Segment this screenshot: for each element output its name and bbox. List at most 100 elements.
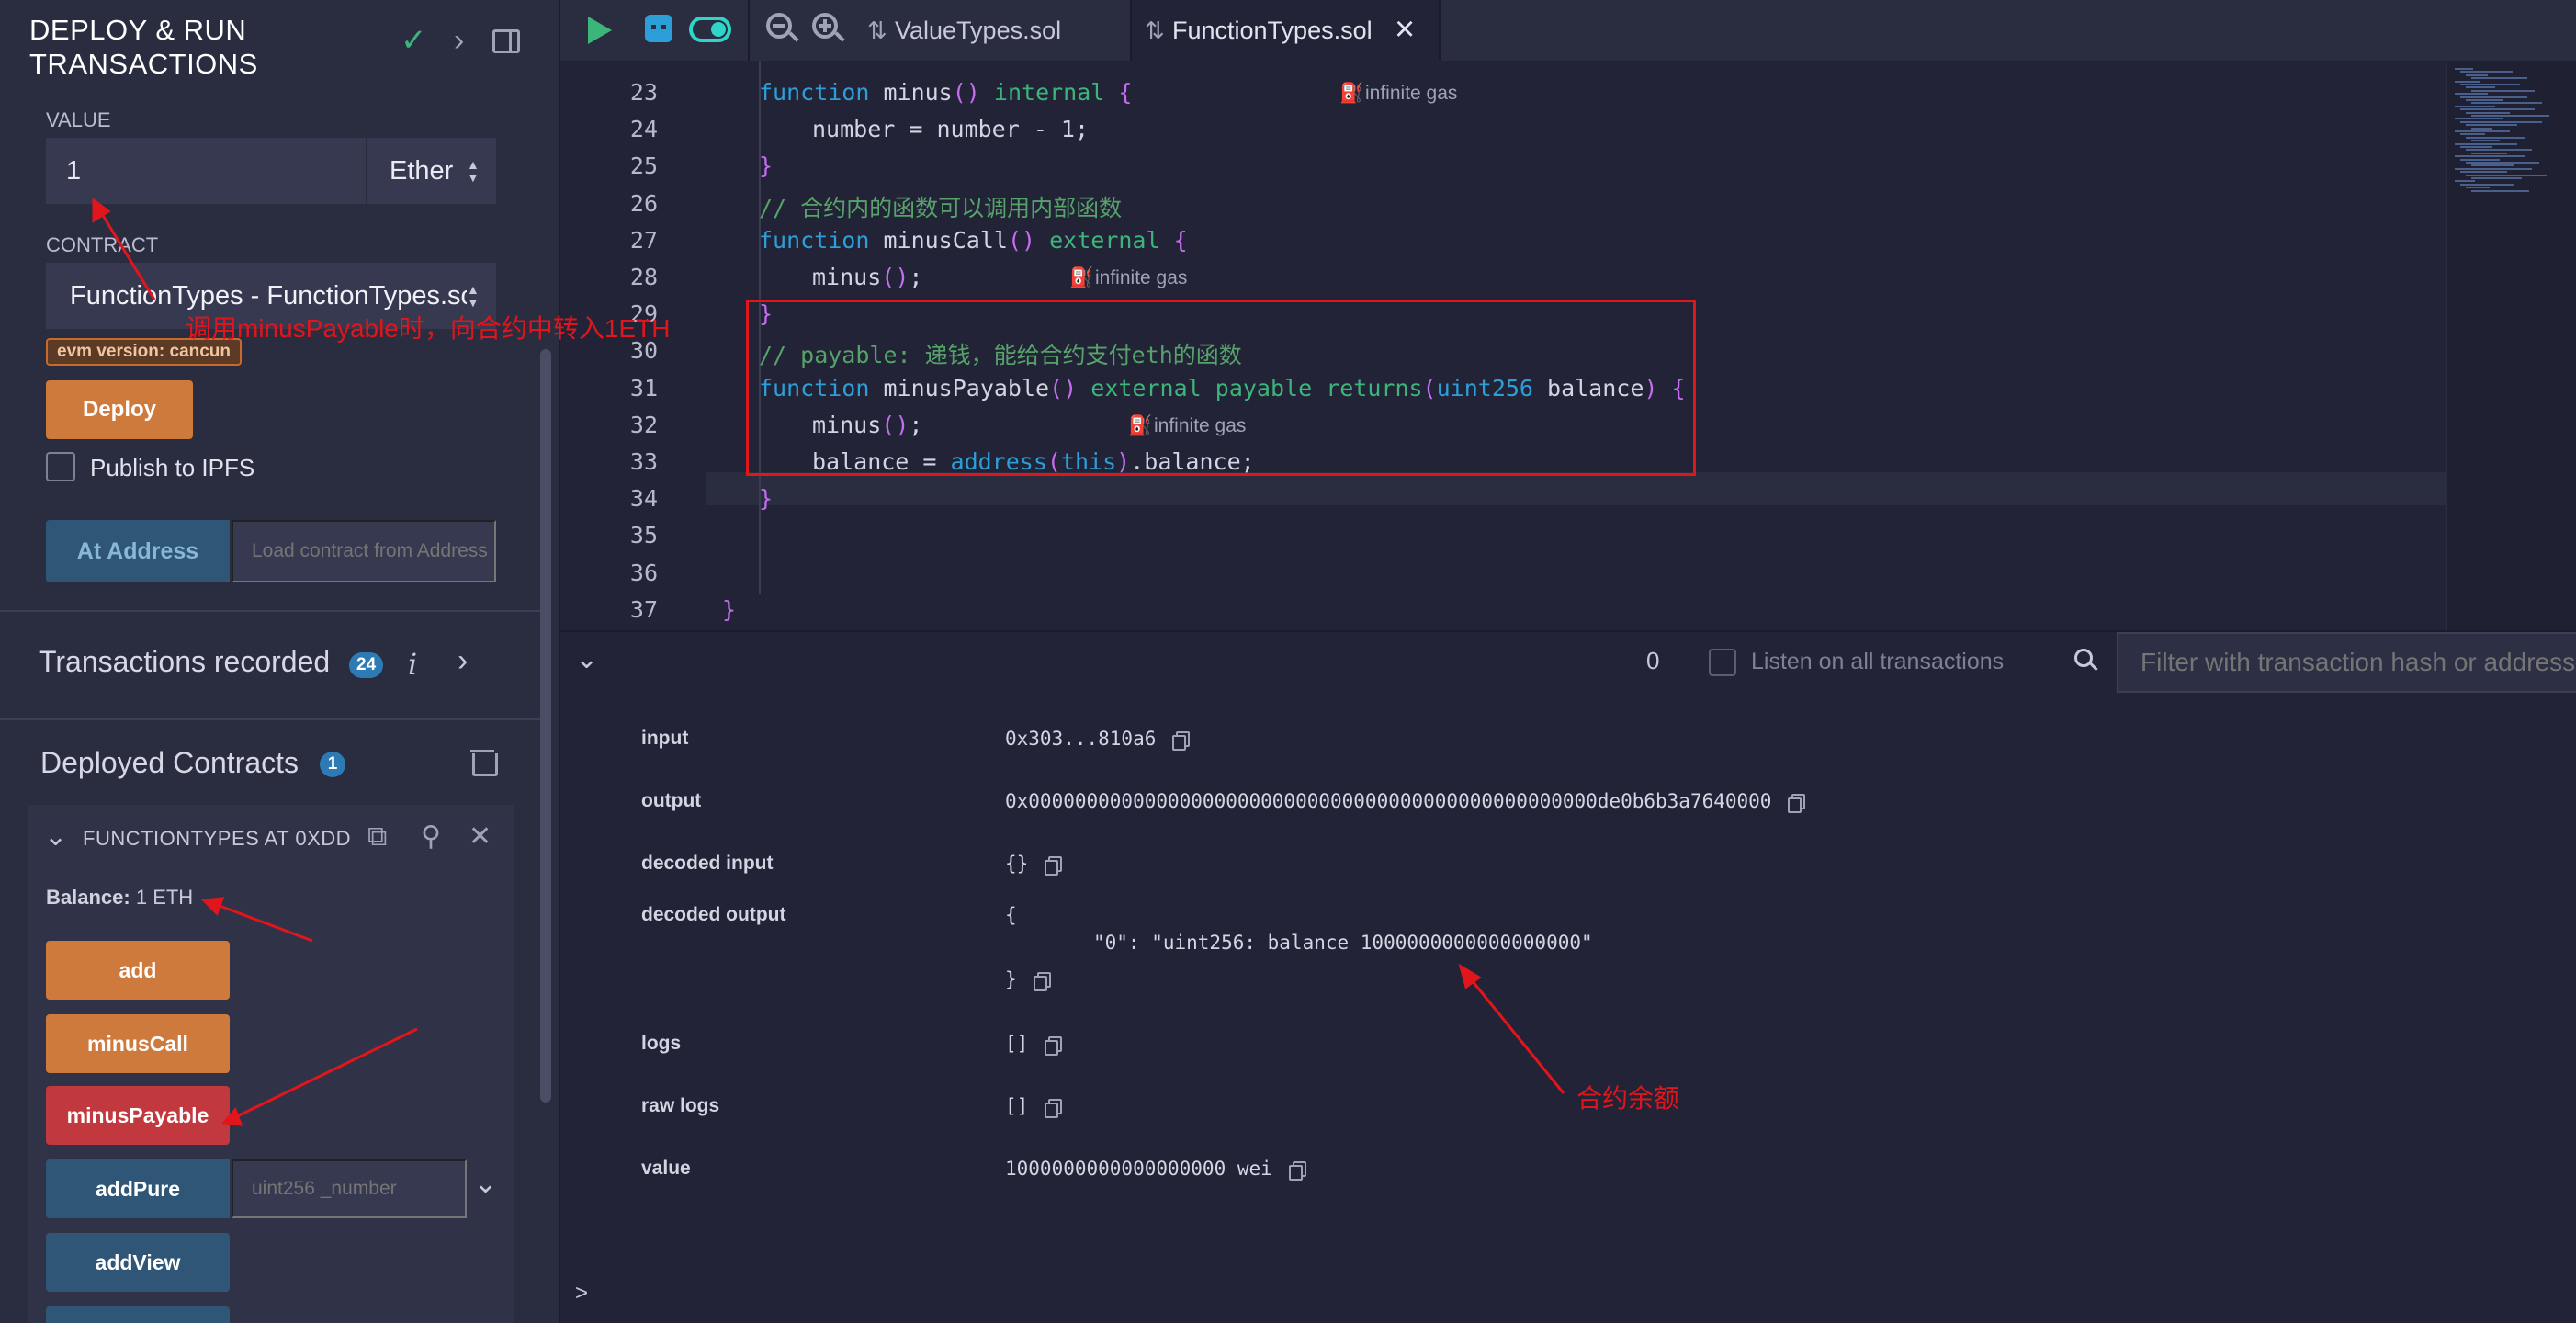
raw-logs-value: [] — [1005, 1095, 1029, 1117]
addpure-number-input[interactable] — [232, 1159, 467, 1218]
instance-balance: Balance: 1 ETH — [46, 886, 193, 910]
tx-field-value: [] — [1005, 1095, 1063, 1118]
minimap-line — [2460, 183, 2514, 186]
minimap-line — [2460, 146, 2492, 148]
value-unit-label: Ether — [390, 156, 454, 186]
copy-icon[interactable]: ⧉ — [367, 821, 387, 853]
line-number: 31 — [629, 374, 658, 401]
panel-scrollbar[interactable] — [540, 349, 551, 1102]
minuspayable-button[interactable]: minusPayable — [46, 1086, 230, 1145]
at-address-button[interactable]: At Address — [46, 520, 230, 582]
collapse-terminal-icon[interactable]: ⌄ — [575, 643, 598, 675]
annotation-balance-note: 合约余额 — [1576, 1084, 1680, 1113]
zoom-out-icon[interactable] — [766, 13, 799, 44]
minimap-line — [2471, 189, 2529, 192]
code-line: // 合约内的函数可以调用内部函数 — [759, 194, 1123, 221]
addpure-button[interactable]: addPure — [46, 1159, 230, 1218]
info-icon[interactable]: i — [408, 647, 417, 682]
copy-icon[interactable] — [1045, 1099, 1063, 1118]
line-number: 28 — [629, 264, 658, 290]
chevron-down-icon[interactable]: ⌄ — [44, 823, 67, 851]
value-input[interactable] — [46, 138, 366, 204]
run-icon[interactable] — [588, 17, 612, 44]
trash-icon[interactable] — [470, 748, 498, 776]
minimap[interactable] — [2446, 61, 2576, 630]
tab-label: FunctionTypes.sol — [1172, 17, 1373, 44]
toggle-icon[interactable] — [689, 17, 731, 42]
function-button[interactable] — [46, 1306, 230, 1323]
minimap-line — [2471, 102, 2542, 105]
chevron-down-icon[interactable]: ⌄ — [474, 1170, 497, 1198]
minimap-line — [2471, 115, 2549, 117]
select-arrows-icon: ▲ ▼ — [467, 157, 480, 185]
value-label: VALUE — [46, 108, 111, 131]
value-value: 1000000000000000000 wei — [1005, 1158, 1272, 1180]
deploy-button[interactable]: Deploy — [46, 380, 193, 439]
tab-valuetypes[interactable]: ⇅ ValueTypes.sol — [854, 0, 1130, 61]
value-unit-select[interactable]: Ether ▲ ▼ — [367, 138, 496, 204]
copy-icon[interactable] — [1288, 1161, 1306, 1181]
at-address-input[interactable] — [232, 520, 496, 582]
zoom-in-icon[interactable] — [812, 13, 845, 44]
tx-field-key: raw logs — [641, 1095, 720, 1116]
deployed-count-badge: 1 — [320, 752, 345, 777]
ai-assistant-icon[interactable] — [645, 15, 672, 42]
close-tab-icon[interactable]: × — [1395, 9, 1415, 50]
check-icon: ✓ — [401, 23, 427, 58]
publish-ipfs-checkbox[interactable] — [46, 452, 75, 481]
line-number: 34 — [629, 485, 658, 513]
transactions-recorded-title[interactable]: Transactions recorded — [39, 645, 330, 679]
line-number: 25 — [629, 153, 658, 180]
tx-field-key: value — [641, 1158, 691, 1179]
line-number: 37 — [629, 595, 658, 623]
minimap-line — [2460, 96, 2527, 98]
copy-icon[interactable] — [1033, 972, 1051, 991]
transaction-filter-input[interactable] — [2117, 632, 2576, 693]
chevron-right-icon[interactable]: › — [454, 22, 464, 59]
copy-icon[interactable] — [1045, 1036, 1063, 1056]
minimap-line — [2455, 142, 2517, 145]
minimap-line — [2455, 155, 2525, 158]
pin-icon[interactable]: ⚲ — [421, 821, 441, 853]
line-number: 23 — [629, 79, 658, 106]
line-number: 36 — [629, 559, 658, 586]
minimap-line — [2455, 167, 2532, 170]
pending-tx-count: 0 — [1646, 647, 1660, 674]
addview-button[interactable]: addView — [46, 1233, 230, 1292]
search-icon[interactable] — [2074, 649, 2098, 673]
minimap-line — [2466, 86, 2495, 89]
contract-label: CONTRACT — [46, 233, 159, 256]
tx-field-value: 0x303...810a6 — [1005, 728, 1191, 751]
copy-icon[interactable] — [1045, 856, 1063, 876]
minimap-line — [2466, 162, 2539, 164]
annotation-value-note: 调用minusPayable时，向合约中转入1ETH — [186, 314, 671, 343]
tx-field-key: decoded input — [641, 853, 774, 874]
minimap-line — [2466, 111, 2510, 114]
copy-icon[interactable] — [1788, 794, 1806, 813]
instance-name[interactable]: FUNCTIONTYPES AT 0XDD — [83, 827, 377, 851]
minimap-line — [2466, 187, 2490, 189]
panel-toggle-icon[interactable] — [492, 29, 520, 53]
tab-functiontypes[interactable]: ⇅ FunctionTypes.sol — [1132, 0, 1439, 61]
minimap-line — [2466, 99, 2503, 101]
minimap-line — [2471, 152, 2507, 154]
minuscall-button[interactable]: minusCall — [46, 1014, 230, 1073]
code-line: minus(); — [812, 264, 923, 290]
minimap-line — [2471, 177, 2522, 179]
line-number: 33 — [629, 448, 658, 475]
sync-icon: ⇅ — [867, 17, 887, 44]
terminal-prompt[interactable]: > — [575, 1281, 588, 1306]
divider — [0, 610, 540, 612]
listen-all-checkbox[interactable] — [1709, 649, 1736, 676]
output-value: 0x00000000000000000000000000000000000000… — [1005, 790, 1772, 812]
close-icon[interactable]: ✕ — [469, 821, 491, 853]
add-button[interactable]: add — [46, 941, 230, 1000]
code-line: } — [722, 595, 737, 623]
copy-icon[interactable] — [1172, 731, 1191, 751]
chevron-right-icon[interactable]: › — [458, 643, 468, 679]
minimap-line — [2466, 136, 2525, 139]
decoded-input-value: {} — [1005, 853, 1029, 875]
code-line: number = number - 1; — [812, 116, 1090, 143]
divider — [1439, 0, 1441, 61]
panel-title: DEPLOY & RUN TRANSACTIONS — [29, 14, 258, 80]
